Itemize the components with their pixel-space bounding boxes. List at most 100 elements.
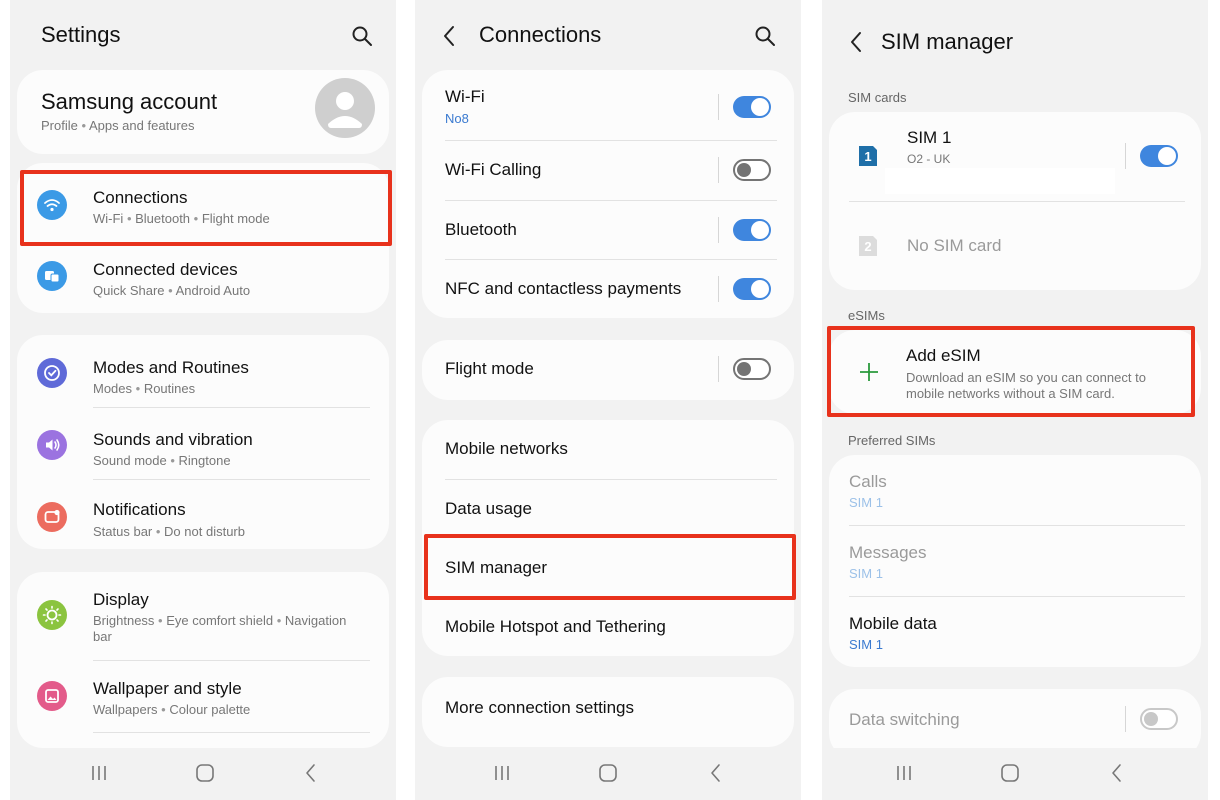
data-switching-label: Data switching — [849, 710, 960, 729]
sim2-row: 2 No SIM card — [829, 202, 1201, 290]
divider — [93, 732, 370, 733]
home-icon[interactable] — [999, 762, 1021, 784]
settings-item-connected-devices[interactable]: Connected devices Quick Share • Android … — [17, 243, 389, 309]
page-title: Connections — [479, 22, 602, 47]
settings-header: Settings — [10, 0, 396, 70]
settings-item-subtitle: Brightness • Eye comfort shield • Naviga… — [93, 613, 347, 628]
divider — [93, 479, 370, 480]
section-label-sim-cards: SIM cards — [848, 90, 907, 105]
connections-group-flight: Flight mode — [422, 340, 794, 400]
back-nav-icon[interactable] — [300, 762, 322, 784]
data-usage-row[interactable]: Data usage — [422, 480, 794, 538]
nav-bar — [822, 748, 1208, 800]
mobile-data-row[interactable]: Mobile data SIM 1 — [829, 597, 1201, 667]
volume-icon — [37, 430, 67, 460]
wifi-calling-toggle[interactable] — [733, 159, 771, 181]
sim1-carrier: O2 - UK — [907, 152, 951, 166]
sim1-toggle[interactable] — [1140, 145, 1178, 167]
settings-item-wallpaper[interactable]: Wallpaper and style Wallpapers • Colour … — [17, 664, 389, 730]
home-icon[interactable] — [597, 762, 619, 784]
recents-icon[interactable] — [88, 762, 110, 784]
add-esim-highlight — [827, 326, 1195, 417]
nav-bar — [10, 748, 396, 800]
sim2-label: No SIM card — [907, 236, 1002, 255]
separator — [1125, 706, 1126, 732]
svg-text:2: 2 — [864, 239, 871, 254]
settings-item-label: Sounds and vibration — [93, 430, 253, 449]
settings-group-display: Display Brightness • Eye comfort shield … — [17, 572, 389, 748]
section-label-preferred-sims: Preferred SIMs — [848, 433, 936, 448]
connections-highlight — [20, 170, 392, 246]
sim-card-icon: 2 — [859, 236, 877, 256]
flight-mode-toggle[interactable] — [733, 358, 771, 380]
settings-item-subtitle: Wallpapers • Colour palette — [93, 702, 251, 717]
wifi-calling-row[interactable]: Wi-Fi Calling — [422, 141, 794, 199]
bluetooth-toggle[interactable] — [733, 219, 771, 241]
wifi-calling-label: Wi-Fi Calling — [445, 160, 542, 179]
sim-cards-group: 1 SIM 1 O2 - UK 2 No SIM card — [829, 112, 1201, 290]
flight-mode-row[interactable]: Flight mode — [422, 340, 794, 400]
data-switching-toggle[interactable] — [1140, 708, 1178, 730]
settings-screen: Settings Samsung account Profile • Apps … — [10, 0, 396, 800]
nfc-label: NFC and contactless payments — [445, 279, 682, 298]
divider — [93, 407, 370, 408]
recents-icon[interactable] — [491, 762, 513, 784]
nfc-toggle[interactable] — [733, 278, 771, 300]
page-title: SIM manager — [881, 29, 1014, 54]
more-connection-settings-label: More connection settings — [445, 698, 634, 717]
connections-header: Connections — [415, 0, 801, 70]
messages-value: SIM 1 — [849, 566, 883, 581]
back-nav-icon[interactable] — [705, 762, 727, 784]
settings-item-label: Display — [93, 590, 149, 609]
account-title: Samsung account — [41, 89, 218, 114]
bluetooth-row[interactable]: Bluetooth — [422, 201, 794, 259]
sim1-label: SIM 1 — [907, 128, 952, 147]
wifi-network: No8 — [445, 111, 469, 126]
mobile-data-label: Mobile data — [849, 614, 937, 633]
home-icon[interactable] — [194, 762, 216, 784]
calls-value: SIM 1 — [849, 495, 883, 510]
back-icon[interactable] — [439, 23, 459, 49]
modes-icon — [37, 358, 67, 388]
nfc-row[interactable]: NFC and contactless payments — [422, 260, 794, 318]
separator — [718, 356, 719, 382]
flight-mode-label: Flight mode — [445, 359, 534, 378]
samsung-account-card[interactable]: Samsung account Profile • Apps and featu… — [17, 70, 389, 154]
mobile-networks-row[interactable]: Mobile networks — [422, 420, 794, 478]
connections-screen: Connections Wi-Fi No8 Wi-Fi Calling Blue… — [415, 0, 801, 800]
sim1-row[interactable]: 1 SIM 1 O2 - UK — [829, 112, 1201, 200]
separator — [1125, 143, 1126, 169]
back-icon[interactable] — [846, 29, 866, 55]
wifi-row[interactable]: Wi-Fi No8 — [422, 74, 794, 138]
separator — [718, 94, 719, 120]
settings-item-label: Notifications — [93, 500, 186, 519]
sim-manager-header: SIM manager — [822, 0, 1208, 70]
back-nav-icon[interactable] — [1106, 762, 1128, 784]
more-connection-settings-row[interactable]: More connection settings — [422, 677, 794, 737]
settings-item-notifications[interactable]: Notifications Status bar • Do not distur… — [17, 485, 389, 551]
wallpaper-icon — [37, 681, 67, 711]
connections-group-radios: Wi-Fi No8 Wi-Fi Calling Bluetooth NFC an… — [422, 70, 794, 318]
settings-item-label: Wallpaper and style — [93, 679, 242, 698]
account-sub-profile: Profile — [41, 118, 78, 133]
settings-item-subtitle: Modes • Routines — [93, 381, 196, 396]
search-icon[interactable] — [753, 24, 777, 48]
settings-item-subtitle: Sound mode • Ringtone — [93, 453, 231, 468]
data-switching-row: Data switching — [829, 689, 1201, 749]
sim-manager-screen: SIM manager SIM cards 1 SIM 1 O2 - UK 2 … — [822, 0, 1208, 800]
wifi-toggle[interactable] — [733, 96, 771, 118]
recents-icon[interactable] — [893, 762, 915, 784]
settings-item-modes[interactable]: Modes and Routines Modes • Routines — [17, 341, 389, 407]
redacted-area — [885, 168, 1115, 194]
bluetooth-label: Bluetooth — [445, 220, 517, 239]
hotspot-label: Mobile Hotspot and Tethering — [445, 617, 666, 636]
settings-item-display[interactable]: Display Brightness • Eye comfort shield … — [17, 580, 389, 660]
nav-bar — [415, 748, 801, 800]
settings-item-sounds[interactable]: Sounds and vibration Sound mode • Ringto… — [17, 413, 389, 479]
mobile-data-value: SIM 1 — [849, 637, 883, 652]
hotspot-row[interactable]: Mobile Hotspot and Tethering — [422, 598, 794, 656]
avatar[interactable] — [315, 78, 375, 138]
calls-label: Calls — [849, 472, 887, 491]
sim-card-icon: 1 — [859, 146, 877, 166]
search-icon[interactable] — [350, 24, 374, 48]
